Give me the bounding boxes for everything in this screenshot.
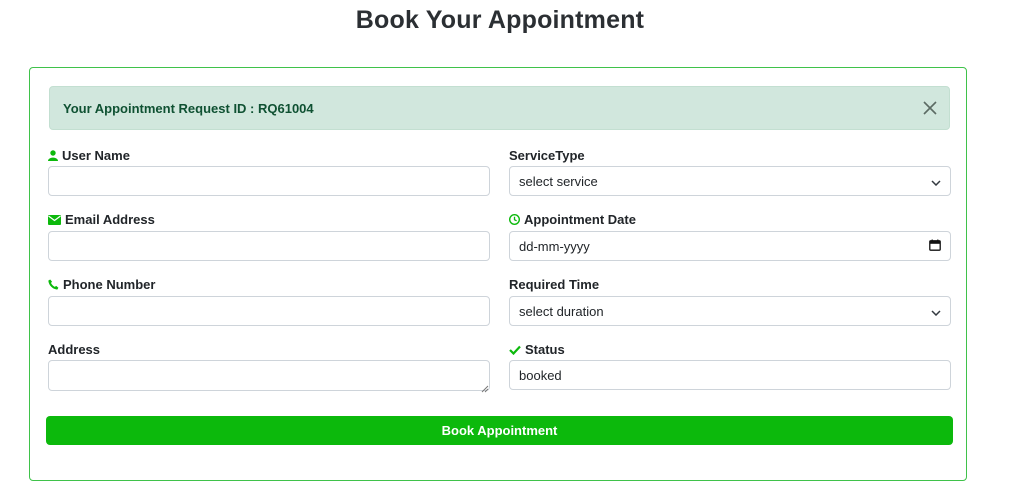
service-type-label-text: ServiceType xyxy=(509,148,585,163)
service-type-select[interactable]: select service xyxy=(509,166,951,196)
request-id-alert: Your Appointment Request ID : RQ61004 xyxy=(49,86,950,130)
chevron-down-icon xyxy=(931,304,941,319)
email-label-text: Email Address xyxy=(65,212,155,227)
user-name-label-text: User Name xyxy=(62,148,130,163)
status-input[interactable] xyxy=(509,360,951,390)
envelope-icon xyxy=(48,214,61,225)
required-time-select[interactable]: select duration xyxy=(509,296,951,326)
book-appointment-button[interactable]: Book Appointment xyxy=(46,416,953,445)
appointment-form-card: Your Appointment Request ID : RQ61004 Us… xyxy=(29,67,967,481)
appointment-date-input[interactable]: dd-mm-yyyy xyxy=(509,231,951,261)
required-time-label-text: Required Time xyxy=(509,277,600,292)
appointment-date-label-text: Appointment Date xyxy=(524,212,636,227)
phone-input[interactable] xyxy=(48,296,490,326)
status-label-text: Status xyxy=(525,342,565,357)
page-title: Book Your Appointment xyxy=(355,6,645,34)
alert-message: Your Appointment Request ID : RQ61004 xyxy=(63,101,314,116)
email-label: Email Address xyxy=(48,212,155,227)
address-label: Address xyxy=(48,342,100,357)
appointment-date-placeholder: dd-mm-yyyy xyxy=(519,238,590,254)
clock-icon xyxy=(509,214,520,225)
calendar-icon[interactable] xyxy=(929,239,941,254)
status-label: Status xyxy=(509,342,565,357)
phone-icon xyxy=(48,279,59,290)
resize-handle-icon[interactable] xyxy=(480,380,489,393)
address-label-text: Address xyxy=(48,342,101,357)
appointment-date-label: Appointment Date xyxy=(509,212,636,227)
phone-label-text: Phone Number xyxy=(63,277,156,292)
user-icon xyxy=(48,150,58,161)
user-name-input[interactable] xyxy=(48,166,490,196)
required-time-value: select duration xyxy=(519,303,604,319)
user-name-label: User Name xyxy=(48,148,130,163)
address-textarea[interactable] xyxy=(48,360,490,391)
check-icon xyxy=(509,345,521,355)
close-icon[interactable] xyxy=(921,99,939,117)
required-time-label: Required Time xyxy=(509,277,599,292)
phone-label: Phone Number xyxy=(48,277,155,292)
chevron-down-icon xyxy=(931,174,941,189)
email-input[interactable] xyxy=(48,231,490,261)
service-type-value: select service xyxy=(519,173,598,189)
service-type-label: ServiceType xyxy=(509,148,585,163)
